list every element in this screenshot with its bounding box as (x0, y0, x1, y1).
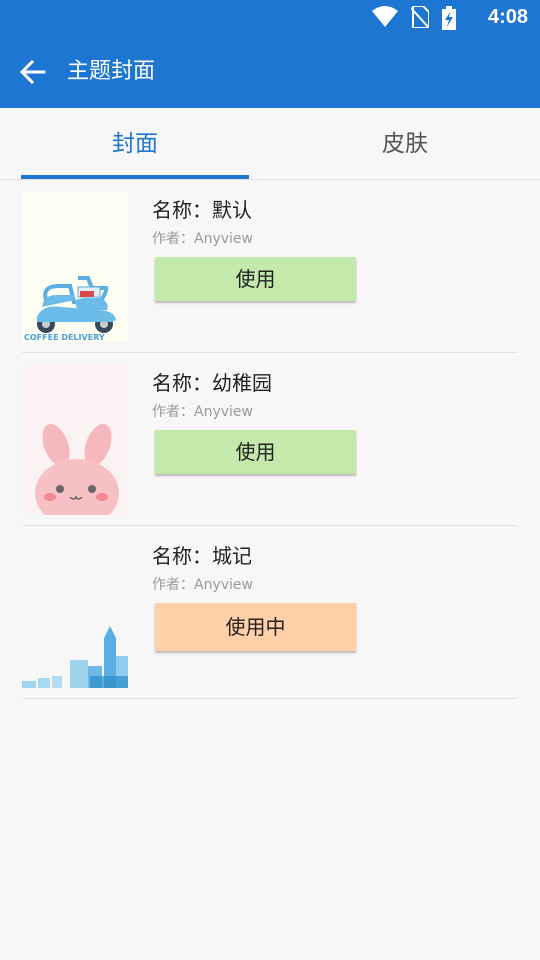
theme-name: 名称：幼稚园 (152, 371, 272, 395)
city-skyline-image (22, 538, 128, 688)
theme-name: 名称：默认 (152, 198, 252, 222)
wifi-icon (371, 6, 398, 27)
battery-charging-icon (442, 6, 456, 30)
thumbnail-caption: COFFEE DELIVERY (24, 333, 105, 342)
tab-bar: 封面 皮肤 (0, 108, 540, 180)
tab-skin[interactable]: 皮肤 (291, 108, 519, 179)
theme-thumbnail-city (22, 538, 128, 688)
list-item: 名称：幼稚园 作者：Anyview 使用 (22, 353, 517, 526)
in-use-button[interactable]: 使用中 (155, 603, 356, 651)
theme-name: 名称：城记 (152, 544, 252, 568)
theme-thumbnail-default: COFFEE DELIVERY (22, 192, 128, 342)
use-button[interactable]: 使用 (155, 257, 356, 301)
list-item: COFFEE DELIVERY 名称：默认 作者：Anyview 使用 (22, 180, 517, 353)
bunny-image (22, 365, 128, 515)
theme-author: 作者：Anyview (152, 231, 253, 247)
list-item: 名称：城记 作者：Anyview 使用中 (22, 526, 517, 699)
arrow-back-icon[interactable] (18, 58, 46, 86)
theme-thumbnail-kindergarten (22, 365, 128, 515)
status-icons (364, 6, 456, 30)
theme-author: 作者：Anyview (152, 404, 253, 420)
page-title: 主题封面 (67, 59, 156, 84)
tab-indicator (21, 175, 249, 179)
theme-author: 作者：Anyview (152, 577, 253, 593)
scooter-image (22, 192, 128, 342)
status-time: 4:08 (487, 6, 528, 28)
tab-cover[interactable]: 封面 (21, 108, 249, 179)
app-bar: 主题封面 (0, 36, 540, 108)
use-button[interactable]: 使用 (155, 430, 356, 474)
no-sim-icon (410, 6, 429, 28)
status-bar: 4:08 (0, 0, 540, 36)
